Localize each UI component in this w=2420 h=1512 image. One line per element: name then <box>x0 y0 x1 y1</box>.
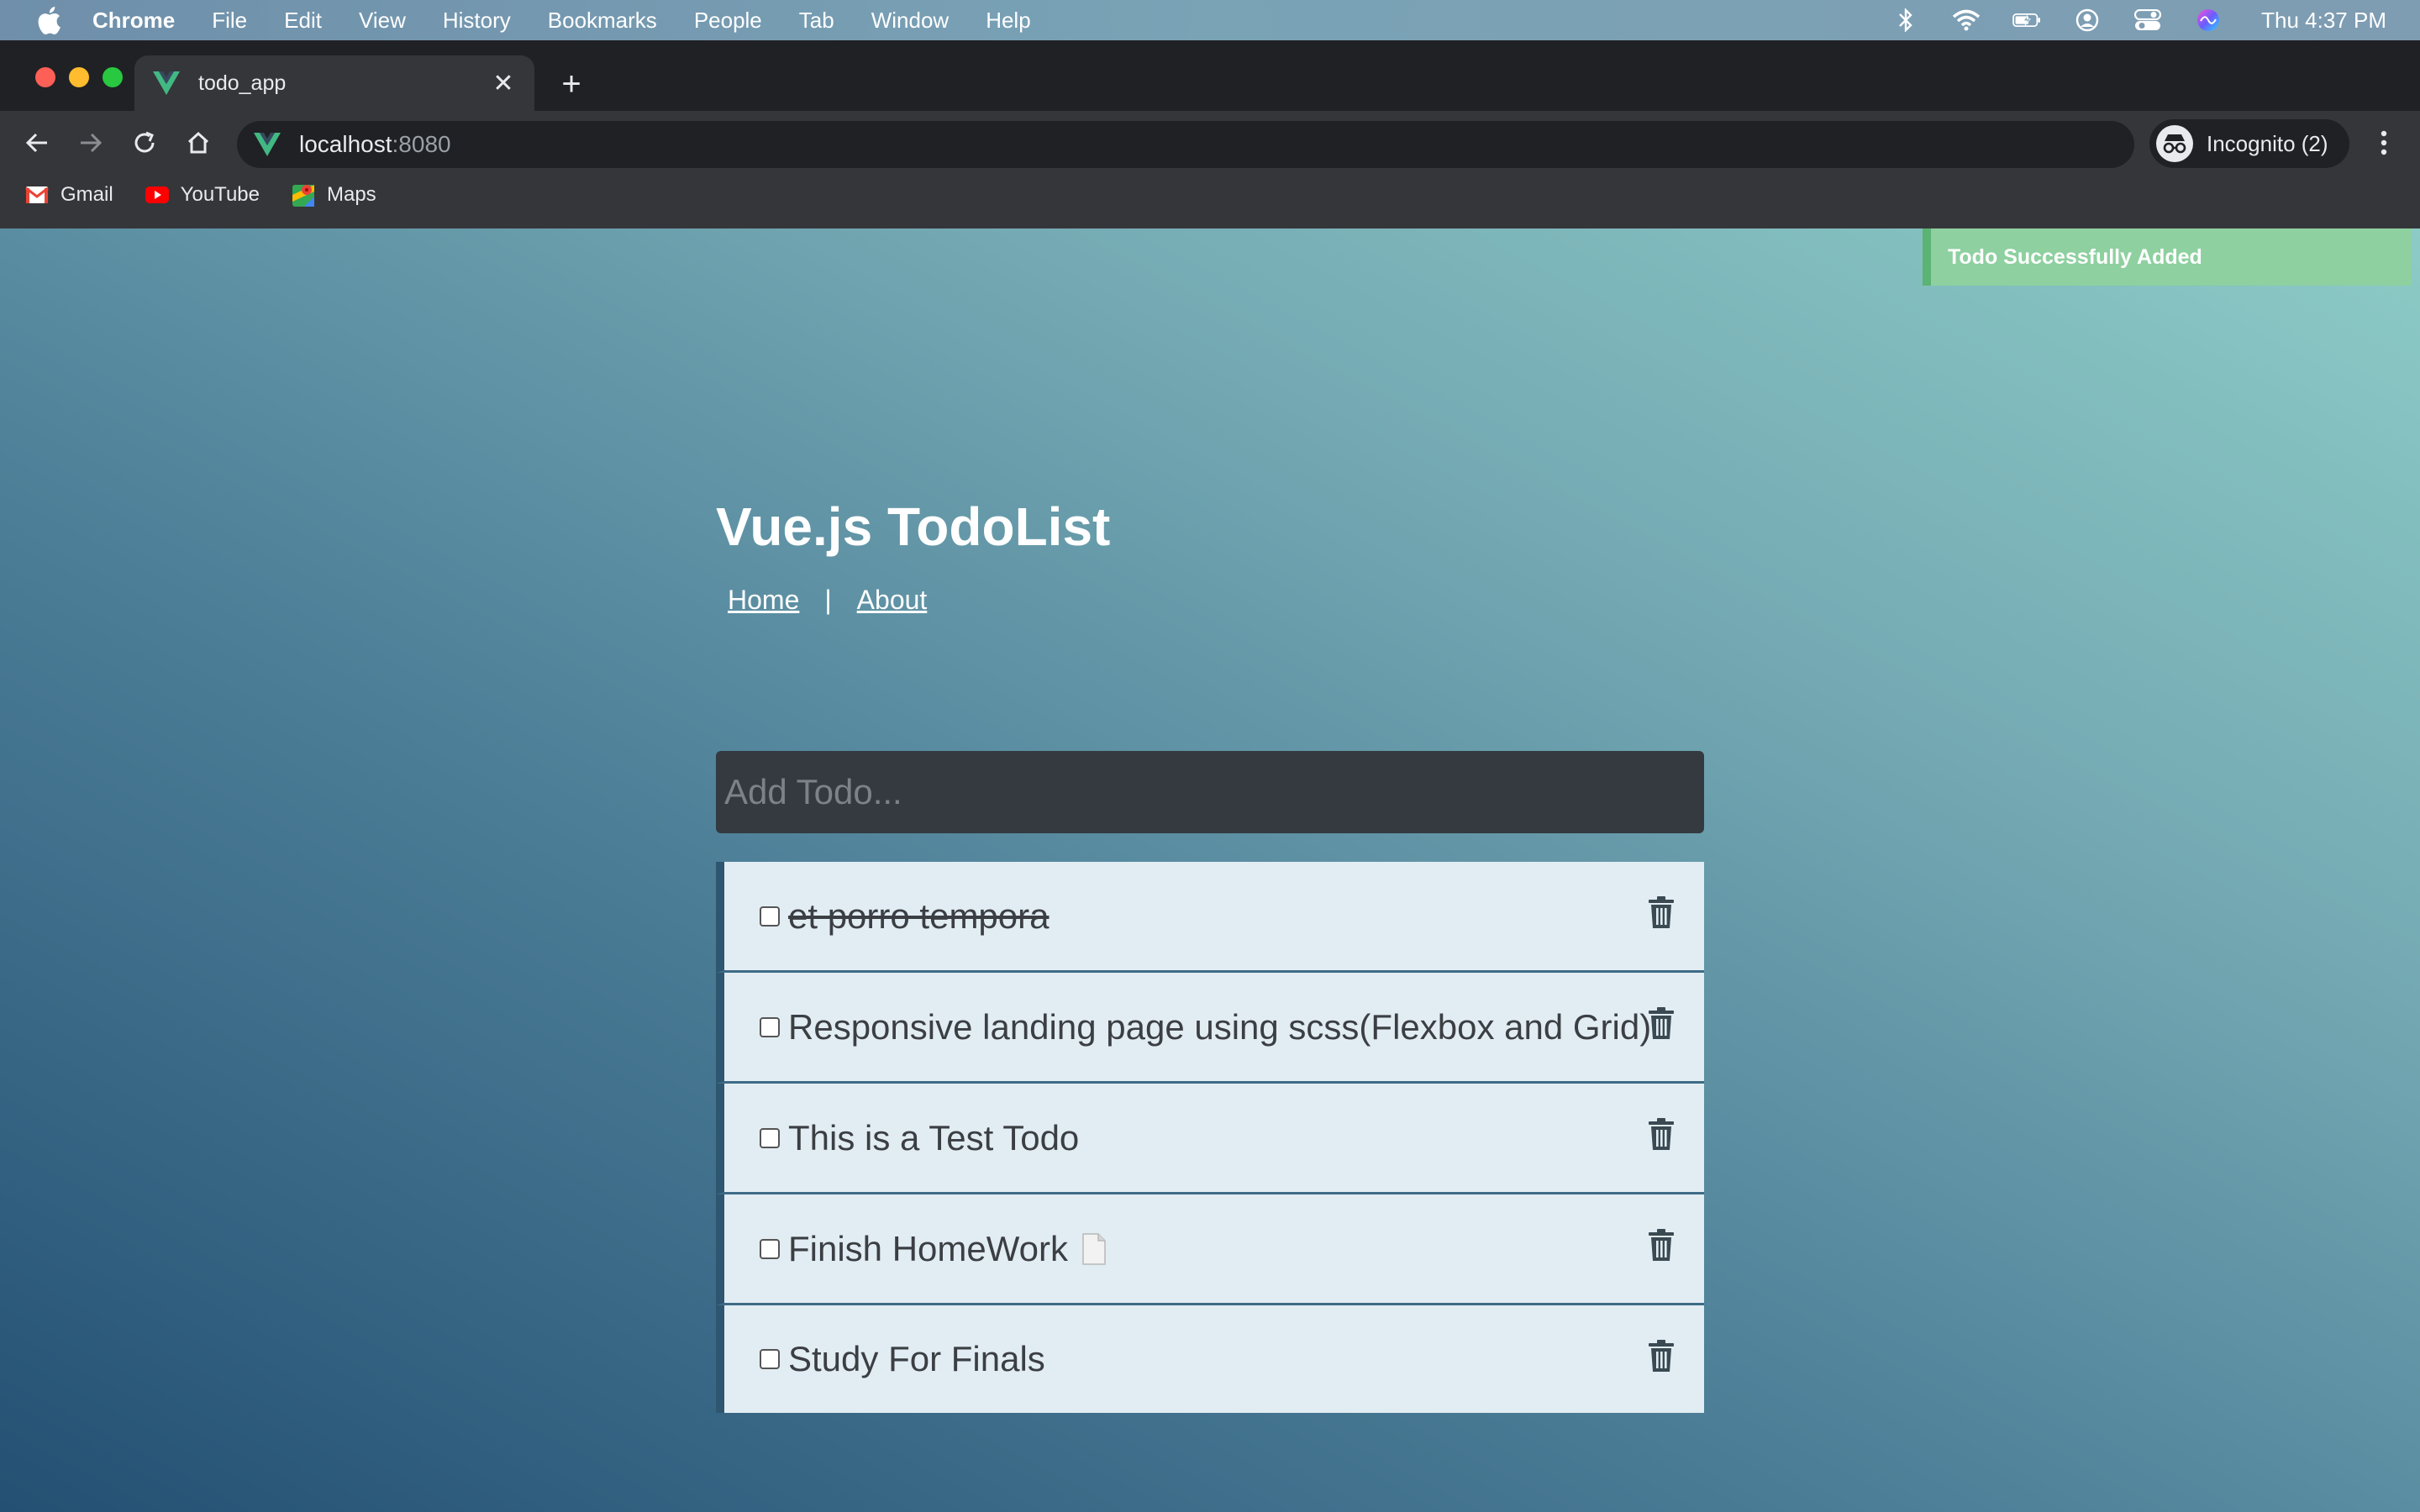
wifi-icon[interactable] <box>1952 8 1981 33</box>
todo-text: et porro tempora <box>788 895 1050 936</box>
todo-item: Finish HomeWork <box>716 1194 1704 1305</box>
todo-item: et porro tempora <box>716 862 1704 973</box>
battery-icon[interactable] <box>2012 8 2041 33</box>
nav-about-link[interactable]: About <box>857 585 928 616</box>
trash-icon[interactable] <box>1647 1006 1676 1040</box>
control-center-icon[interactable] <box>2133 8 2162 33</box>
back-arrow-icon[interactable] <box>22 128 52 158</box>
new-tab-button[interactable]: + <box>555 67 588 102</box>
todo-item: Responsive landing page using scss(Flexb… <box>716 973 1704 1084</box>
page-viewport: Todo Successfully Added Vue.js TodoList … <box>0 228 2420 1512</box>
menu-help[interactable]: Help <box>986 8 1030 34</box>
gmail-icon <box>25 183 49 207</box>
menu-app-name[interactable]: Chrome <box>92 8 175 34</box>
more-menu-icon[interactable] <box>2371 126 2396 160</box>
trash-icon[interactable] <box>1647 1339 1676 1373</box>
apple-icon[interactable] <box>34 5 64 35</box>
reload-icon[interactable] <box>129 128 160 158</box>
close-tab-icon[interactable]: ✕ <box>491 70 516 97</box>
bookmark-youtube[interactable]: YouTube <box>145 183 260 207</box>
youtube-icon <box>145 183 169 207</box>
tab-title: todo_app <box>198 71 287 95</box>
url-port: :8080 <box>392 131 451 157</box>
menu-window[interactable]: Window <box>871 8 949 34</box>
menu-view[interactable]: View <box>359 8 406 34</box>
bookmark-gmail[interactable]: Gmail <box>25 183 113 207</box>
bookmark-maps-label: Maps <box>326 183 376 206</box>
bookmarks-bar: Gmail YouTube Maps <box>0 171 2420 218</box>
incognito-icon <box>2156 125 2193 162</box>
forward-arrow-icon[interactable] <box>76 128 106 158</box>
menu-bookmarks[interactable]: Bookmarks <box>548 8 657 34</box>
todo-item: This is a Test Todo <box>716 1084 1704 1194</box>
vue-site-icon <box>254 133 281 156</box>
minimize-window-button[interactable] <box>69 67 89 87</box>
add-todo-input[interactable] <box>716 751 1704 833</box>
nav-home-link[interactable]: Home <box>728 585 799 616</box>
bookmark-gmail-label: Gmail <box>60 183 113 206</box>
bookmark-maps[interactable]: Maps <box>292 183 376 207</box>
todo-text: Finish HomeWork <box>788 1228 1068 1268</box>
home-icon[interactable] <box>183 128 213 158</box>
menu-people[interactable]: People <box>694 8 762 34</box>
browser-tab-active[interactable]: todo_app ✕ <box>134 55 534 111</box>
status-area: Thu 4:37 PM <box>1891 0 2386 40</box>
menu-edit[interactable]: Edit <box>284 8 322 34</box>
todo-checkbox[interactable] <box>760 1238 780 1259</box>
nav-separator: | <box>824 585 832 615</box>
todo-checkbox[interactable] <box>760 906 780 927</box>
siri-icon[interactable] <box>2194 8 2223 33</box>
address-bar[interactable]: localhost:8080 <box>237 121 2134 168</box>
todo-text: Responsive landing page using scss(Flexb… <box>788 1006 1652 1047</box>
tab-strip: todo_app ✕ + <box>0 40 2420 111</box>
incognito-button[interactable]: Incognito (2) <box>2149 119 2349 168</box>
window-controls <box>35 67 123 87</box>
incognito-label: Incognito (2) <box>2207 130 2328 156</box>
success-toast[interactable]: Todo Successfully Added <box>1923 228 2412 286</box>
maps-icon <box>292 183 315 207</box>
browser-toolbar: localhost:8080 Incognito (2) <box>0 111 2420 171</box>
todo-text: Study For Finals <box>788 1339 1045 1378</box>
trash-icon[interactable] <box>1647 1228 1676 1262</box>
todo-checkbox[interactable] <box>760 1016 780 1037</box>
menu-history[interactable]: History <box>443 8 511 34</box>
close-window-button[interactable] <box>35 67 55 87</box>
trash-icon[interactable] <box>1647 895 1676 929</box>
menu-tab[interactable]: Tab <box>799 8 834 34</box>
url-host: localhost <box>299 131 392 157</box>
page-nav: Home | About <box>728 585 927 616</box>
menu-bar: Chrome File Edit View History Bookmarks … <box>0 0 2420 40</box>
trash-icon[interactable] <box>1647 1117 1676 1151</box>
bluetooth-icon[interactable] <box>1891 8 1920 33</box>
todo-checkbox[interactable] <box>760 1127 780 1148</box>
vue-logo-icon <box>153 71 180 95</box>
bookmark-youtube-label: YouTube <box>180 183 260 206</box>
menu-file[interactable]: File <box>212 8 247 34</box>
todo-checkbox[interactable] <box>760 1349 780 1369</box>
menubar-clock[interactable]: Thu 4:37 PM <box>2261 8 2386 34</box>
page-title: Vue.js TodoList <box>716 496 1111 557</box>
user-icon[interactable] <box>2073 8 2102 33</box>
todo-list: et porro tempora Responsive landing page… <box>716 862 1704 1413</box>
todo-text: This is a Test Todo <box>788 1117 1080 1158</box>
browser-window: todo_app ✕ + localhost:8080 Incognito (2… <box>0 40 2420 228</box>
todo-item: Study For Finals <box>716 1305 1704 1413</box>
document-icon <box>1082 1232 1106 1265</box>
zoom-window-button[interactable] <box>103 67 123 87</box>
